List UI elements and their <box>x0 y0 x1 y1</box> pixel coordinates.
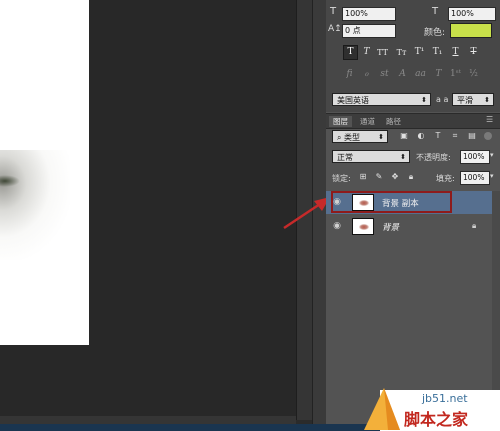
chevron-down-icon: ⬍ <box>421 96 427 104</box>
blend-mode-select[interactable]: 正常 ⬍ <box>332 150 410 163</box>
stylistic-alt-icon[interactable]: A <box>396 68 409 81</box>
discretionary-ligature-icon[interactable]: ℴ <box>360 68 373 81</box>
layers-panel-tabbar: 图层 通道 路径 ☰ <box>326 113 500 129</box>
lock-position-icon[interactable]: ✥ <box>390 172 400 182</box>
language-value: 美国英语 <box>337 96 369 105</box>
chevron-down-icon[interactable]: ▾ <box>490 151 494 159</box>
canvas-area[interactable] <box>0 0 296 431</box>
ordinal-st-icon[interactable]: 1ˢᵗ <box>449 68 462 81</box>
watermark-brand: 脚本之家 <box>404 410 469 429</box>
underline-button[interactable]: T <box>449 46 462 59</box>
tracking-field[interactable]: 0 点 <box>342 24 396 38</box>
pixel-filter-icon[interactable]: ▣ <box>399 131 409 141</box>
watermark: jb51.net 脚本之家 <box>360 384 500 431</box>
lock-transparent-icon[interactable]: ⊞ <box>358 172 368 182</box>
titling-alt-icon[interactable]: aa <box>414 68 427 81</box>
type-filter-icon[interactable]: T <box>433 131 443 141</box>
eye-icon[interactable]: ◉ <box>331 220 343 232</box>
right-panel: T 100% T 100% A↥ 0 点 颜色: T T TT Tт T¹ T₁… <box>326 0 500 431</box>
document-canvas[interactable] <box>0 0 89 345</box>
chevron-down-icon: ⬍ <box>484 96 490 104</box>
antialias-icon: a a <box>436 95 449 104</box>
font-size-icon: T <box>330 6 337 17</box>
superscript-button[interactable]: T¹ <box>413 46 426 59</box>
watermark-logo <box>364 388 400 430</box>
layer-filter-select[interactable]: ⌕ 类型 ⬍ <box>332 130 388 143</box>
fractions-icon[interactable]: ½ <box>467 68 480 81</box>
opentype-buttons: fi ℴ st A aa T 1ˢᵗ ½ <box>343 68 495 82</box>
opacity-field[interactable]: 100% <box>460 150 490 164</box>
small-caps-button[interactable]: Tт <box>395 46 408 59</box>
lock-icon: 🔒︎ <box>472 221 477 230</box>
tab-paths[interactable]: 路径 <box>382 116 405 127</box>
text-style-buttons: T T TT Tт T¹ T₁ T T <box>343 45 495 60</box>
fill-field[interactable]: 100% <box>460 171 490 185</box>
baseline-shift-icon: A↥ <box>328 24 342 34</box>
lock-image-icon[interactable]: ✎ <box>374 172 384 182</box>
layer-thumbnail <box>352 218 374 235</box>
chevron-down-icon[interactable]: ▾ <box>490 172 494 180</box>
layer-name[interactable]: 背景 <box>382 221 399 233</box>
subscript-button[interactable]: T₁ <box>431 46 444 59</box>
ordinals-icon[interactable]: T <box>432 68 445 81</box>
panel-menu-icon[interactable]: ☰ <box>486 115 493 124</box>
faux-bold-button[interactable]: T <box>343 45 358 60</box>
filter-kind-value: 类型 <box>344 133 361 142</box>
chevron-down-icon: ⬍ <box>400 153 406 161</box>
watermark-site: jb51.net <box>422 392 468 405</box>
filter-toggle-icon[interactable] <box>484 132 492 140</box>
tab-channels[interactable]: 通道 <box>356 116 379 127</box>
tab-layers[interactable]: 图层 <box>329 116 352 127</box>
search-icon: ⌕ <box>337 133 345 142</box>
layers-scrollbar[interactable] <box>492 191 500 411</box>
opacity-label: 不透明度: <box>416 153 451 162</box>
lock-label: 锁定: <box>332 174 351 183</box>
all-caps-button[interactable]: TT <box>376 46 389 59</box>
text-color-swatch[interactable] <box>450 23 492 38</box>
lock-all-icon[interactable]: 🔒︎ <box>406 172 416 182</box>
font-size-field[interactable]: 100% <box>342 7 396 21</box>
antialias-select[interactable]: 平滑 ⬍ <box>452 93 494 106</box>
character-panel: T 100% T 100% A↥ 0 点 颜色: T T TT Tт T¹ T₁… <box>326 0 500 112</box>
shape-filter-icon[interactable]: ⌗ <box>450 131 460 141</box>
language-select[interactable]: 美国英语 ⬍ <box>332 93 431 106</box>
swash-icon[interactable]: st <box>378 68 391 81</box>
smart-object-filter-icon[interactable]: ▤ <box>467 131 477 141</box>
blend-mode-value: 正常 <box>337 153 353 162</box>
scale-field[interactable]: 100% <box>448 7 496 21</box>
adjustment-filter-icon[interactable]: ◐ <box>416 131 426 141</box>
fill-label: 填充: <box>436 174 455 183</box>
blurred-image-content <box>0 150 70 260</box>
blurred-image-detail <box>0 175 20 187</box>
antialias-value: 平滑 <box>457 96 473 105</box>
scale-icon: T <box>432 6 439 17</box>
chevron-down-icon: ⬍ <box>378 133 384 141</box>
color-label: 颜色: <box>424 28 446 38</box>
faux-italic-button[interactable]: T <box>360 46 373 59</box>
highlight-box <box>331 191 452 213</box>
strikethrough-button[interactable]: T <box>467 46 480 59</box>
ligature-icon[interactable]: fi <box>343 68 356 81</box>
layer-row-background[interactable]: ◉ 背景 🔒︎ <box>326 215 492 238</box>
